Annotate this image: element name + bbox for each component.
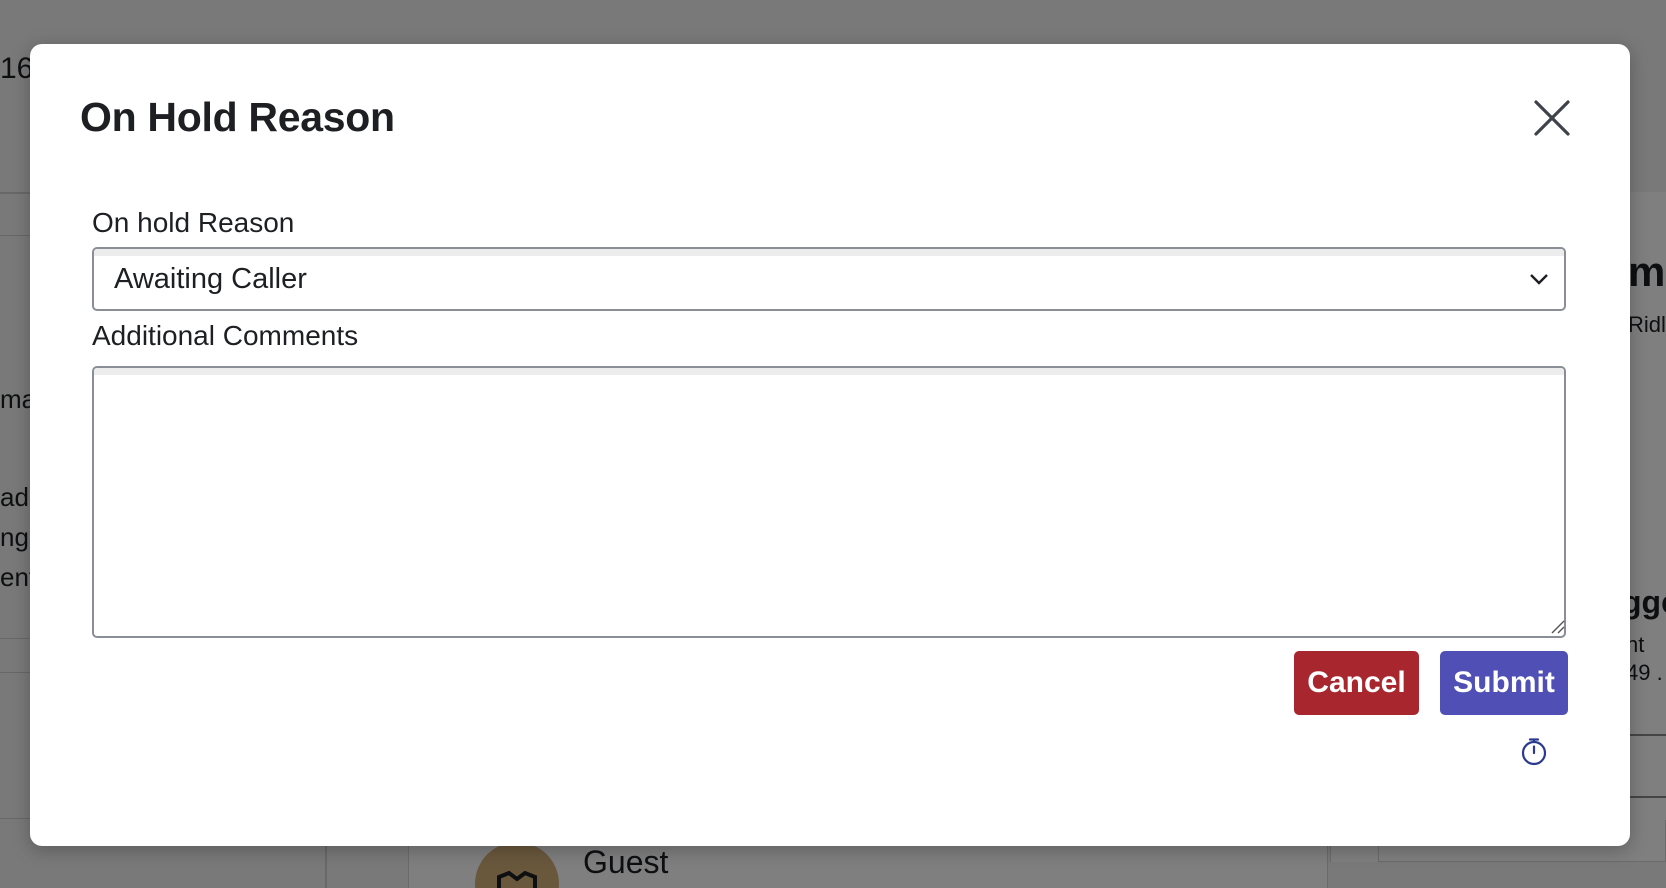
cancel-button[interactable]: Cancel (1294, 651, 1419, 715)
on-hold-reason-modal: On Hold Reason On hold Reason Awaiting C… (30, 44, 1630, 846)
submit-button[interactable]: Submit (1440, 651, 1568, 715)
modal-title: On Hold Reason (80, 94, 395, 140)
stopwatch-icon[interactable] (1519, 737, 1549, 767)
close-button[interactable] (1530, 96, 1574, 140)
reason-selected-value: Awaiting Caller (114, 262, 307, 295)
chevron-down-icon (1530, 274, 1548, 285)
reason-select[interactable]: Awaiting Caller (92, 247, 1566, 311)
reason-label: On hold Reason (92, 207, 295, 238)
comments-textarea[interactable] (92, 366, 1566, 638)
comments-label: Additional Comments (92, 320, 359, 351)
close-icon[interactable] (1533, 99, 1571, 137)
resize-handle-icon[interactable] (1549, 618, 1565, 634)
